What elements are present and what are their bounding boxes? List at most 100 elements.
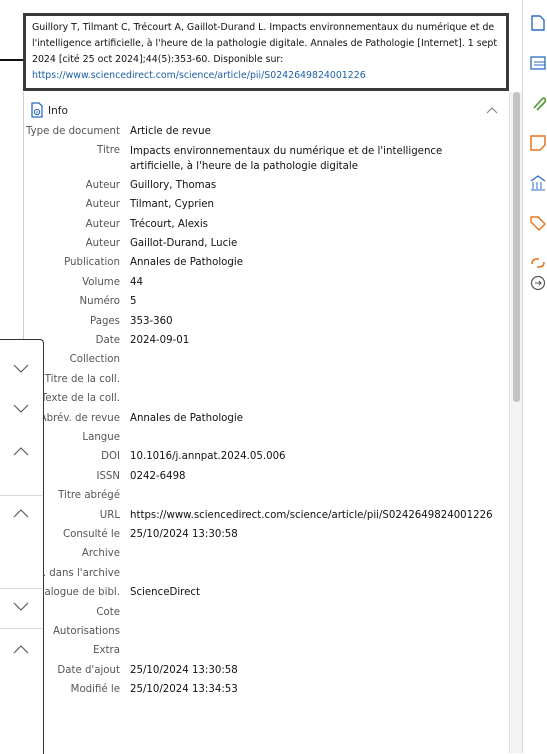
field-row: Abrév. de revue Annales de Pathologie xyxy=(23,411,509,427)
chevron-up-icon xyxy=(13,645,29,654)
scroll-up-button[interactable] xyxy=(0,494,42,534)
field-row: Auteur Gaillot-Durand, Lucie xyxy=(23,236,509,252)
field-value[interactable]: Impacts environnementaux du numérique et… xyxy=(130,144,460,174)
field-label: Autorisations xyxy=(52,626,120,637)
field-row: Extra xyxy=(23,643,509,659)
field-row: alogue de bibl. ScienceDirect xyxy=(23,585,509,601)
field-label: Date d'ajout xyxy=(57,664,120,676)
field-label: Abrév. de revue xyxy=(39,412,120,424)
field-label: Type de document xyxy=(25,126,120,137)
field-value[interactable]: ScienceDirect xyxy=(130,585,200,601)
field-row: Titre de la coll. xyxy=(23,372,509,388)
field-value[interactable]: 25/10/2024 13:30:58 xyxy=(130,663,238,679)
field-value[interactable]: Annales de Pathologie xyxy=(130,255,243,271)
field-row: Consulté le 25/10/2024 13:30:58 xyxy=(23,527,509,543)
field-value[interactable]: 2024-09-01 xyxy=(130,333,189,349)
field-row: Auteur Tilmant, Cyprien xyxy=(23,197,509,213)
field-row: Pages 353-360 xyxy=(23,314,509,330)
field-label: Modifié le xyxy=(70,684,120,696)
scroll-up-button[interactable] xyxy=(0,630,42,670)
chevron-up-icon xyxy=(13,509,29,518)
field-label: Collection xyxy=(69,354,120,366)
tag-icon[interactable] xyxy=(529,214,547,232)
field-value[interactable]: Guillory, Thomas xyxy=(130,178,216,194)
info-icon xyxy=(30,101,44,121)
field-label: Date xyxy=(95,335,120,346)
scrollbar[interactable] xyxy=(509,92,523,753)
field-row: Date 2024-09-01 xyxy=(23,333,509,349)
field-row: Publication Annales de Pathologie xyxy=(23,255,509,271)
field-value[interactable]: Tilmant, Cyprien xyxy=(130,197,214,213)
field-row: Numéro 5 xyxy=(23,294,509,310)
field-row: Auteur Guillory, Thomas xyxy=(23,178,509,194)
field-label: Auteur xyxy=(85,199,120,211)
field-value[interactable]: Article de revue xyxy=(130,124,211,140)
field-value[interactable]: 5 xyxy=(130,294,136,310)
field-row: Type de document Article de revue xyxy=(23,124,509,140)
field-label: Auteur xyxy=(85,218,120,230)
locate-icon[interactable] xyxy=(529,274,547,292)
citation-preview: Guillory T, Tilmant C, Trécourt A, Gaill… xyxy=(23,13,509,91)
field-value[interactable]: https://www.sciencedirect.com/science/ar… xyxy=(130,508,493,524)
info-section-header[interactable]: Info xyxy=(30,101,68,121)
chevron-up-icon xyxy=(486,107,498,114)
chevron-down-icon xyxy=(13,404,29,413)
scroll-down-button[interactable] xyxy=(0,388,42,428)
field-value[interactable]: Annales de Pathologie xyxy=(130,411,243,427)
field-value[interactable]: 25/10/2024 13:30:58 xyxy=(130,527,238,543)
field-value[interactable]: Trécourt, Alexis xyxy=(130,217,208,233)
libraries-icon[interactable] xyxy=(529,174,547,192)
citation-text: Guillory T, Tilmant C, Trécourt A, Gaill… xyxy=(32,22,498,65)
field-row: Volume 44 xyxy=(23,275,509,291)
notes-icon[interactable] xyxy=(529,134,547,152)
field-label: alogue de bibl. xyxy=(44,587,120,599)
section-title: Info xyxy=(48,105,68,117)
floating-navigation-toolbar xyxy=(0,339,44,754)
field-label: Texte de la coll. xyxy=(40,393,120,405)
document-icon[interactable] xyxy=(529,14,547,32)
field-label: Extra xyxy=(93,645,120,657)
field-row: Cote xyxy=(23,605,509,621)
field-row: Autorisations xyxy=(23,624,509,640)
collapse-section-button[interactable] xyxy=(483,102,501,120)
field-row: Collection xyxy=(23,352,509,368)
field-value[interactable]: Gaillot-Durand, Lucie xyxy=(130,236,237,252)
side-navigation xyxy=(522,0,547,753)
field-row: . dans l'archive xyxy=(23,566,509,582)
field-label: Publication xyxy=(64,257,120,269)
field-row: Archive xyxy=(23,546,509,562)
field-label: Archive xyxy=(81,548,120,560)
field-label: Auteur xyxy=(85,238,120,249)
field-label: Titre de la coll. xyxy=(44,373,120,385)
field-value[interactable]: 44 xyxy=(130,275,143,291)
field-label: Cote xyxy=(96,606,120,618)
toolbar-divider xyxy=(0,628,42,629)
field-row: Date d'ajout 25/10/2024 13:30:58 xyxy=(23,663,509,679)
field-label: Pages xyxy=(90,315,120,327)
field-label: Titre xyxy=(97,145,120,157)
citation-url[interactable]: https://www.sciencedirect.com/science/ar… xyxy=(32,70,366,81)
chevron-down-icon xyxy=(13,602,29,611)
scroll-down-button[interactable] xyxy=(0,348,42,388)
field-value[interactable]: 25/10/2024 13:34:53 xyxy=(130,682,238,698)
field-row: Langue xyxy=(23,430,509,446)
scroll-up-button[interactable] xyxy=(0,432,42,472)
scrollbar-thumb[interactable] xyxy=(513,92,520,402)
related-icon[interactable] xyxy=(529,254,547,272)
field-value[interactable]: 353-360 xyxy=(130,314,173,330)
chevron-down-icon xyxy=(13,364,29,373)
field-label: Numéro xyxy=(79,296,120,308)
field-row: Texte de la coll. xyxy=(23,391,509,407)
field-value[interactable]: 10.1016/j.annpat.2024.05.006 xyxy=(130,449,286,465)
field-label: . dans l'archive xyxy=(42,567,120,579)
scroll-down-button[interactable] xyxy=(0,586,42,626)
abstract-icon[interactable] xyxy=(529,54,547,72)
field-value[interactable]: 0242-6498 xyxy=(130,469,186,485)
field-row: URL https://www.sciencedirect.com/science… xyxy=(23,508,509,524)
field-label: Volume xyxy=(82,276,120,288)
field-row: Modifié le 25/10/2024 13:34:53 xyxy=(23,682,509,698)
attachment-icon[interactable] xyxy=(529,94,547,112)
chevron-up-icon xyxy=(13,447,29,456)
field-row: Titre Impacts environnementaux du numériq… xyxy=(23,143,509,172)
field-row: Auteur Trécourt, Alexis xyxy=(23,217,509,233)
